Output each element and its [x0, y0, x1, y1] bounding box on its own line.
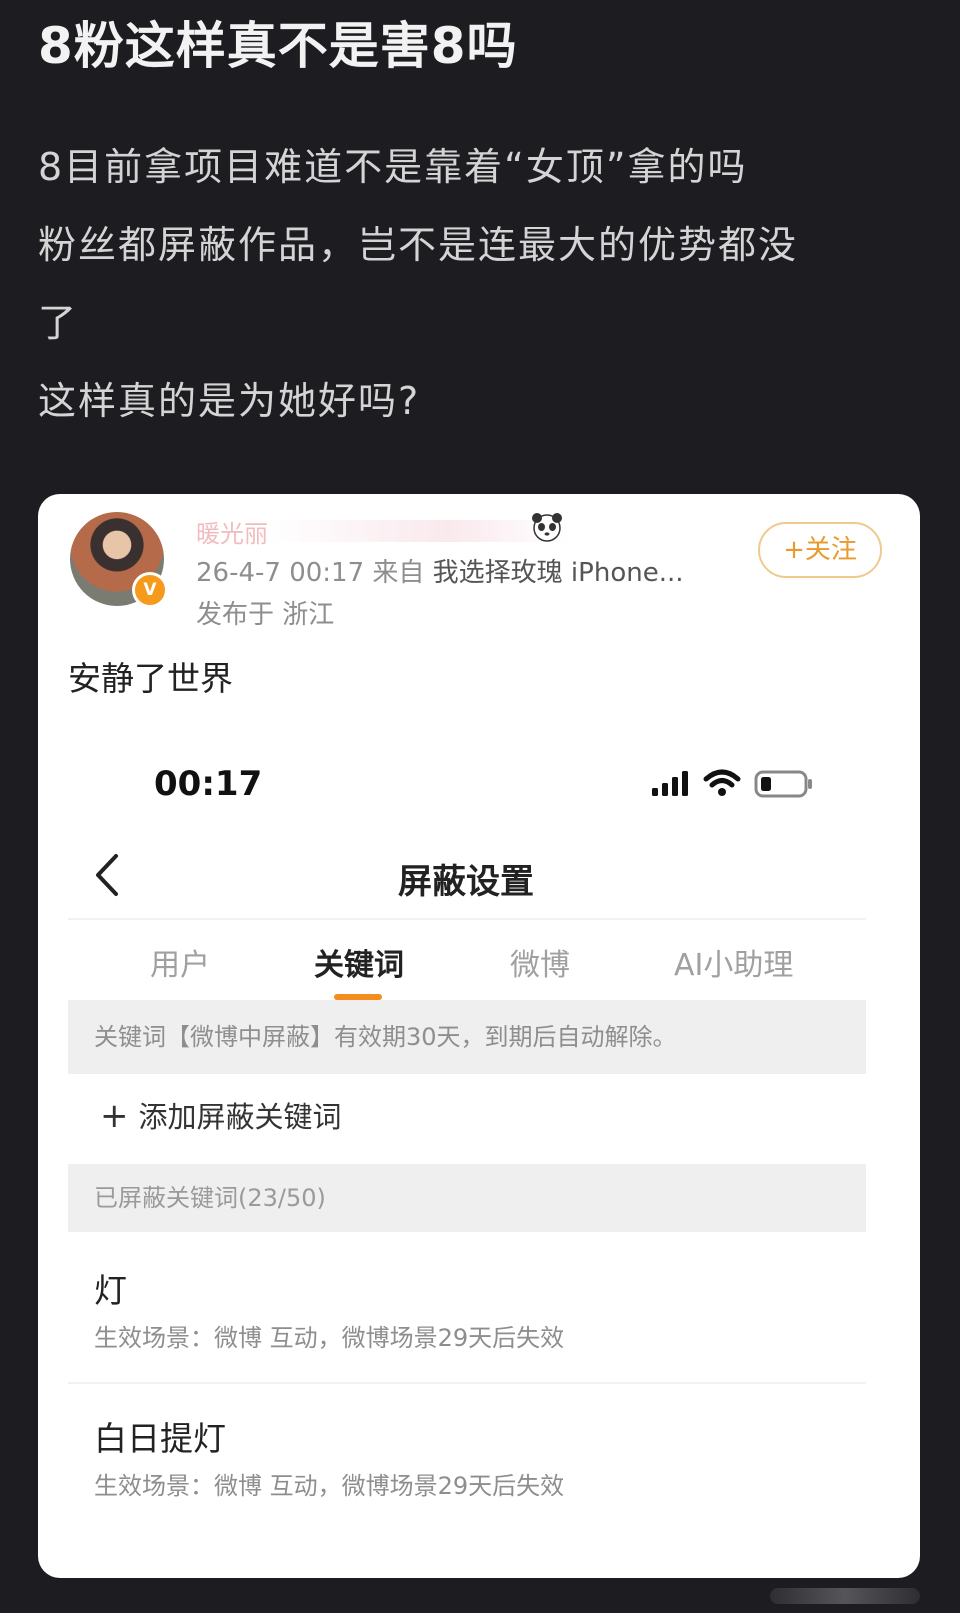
tab-users[interactable]: 用户 — [150, 940, 210, 984]
keyword-desc: 生效场景：微博 互动，微博场景29天后失效 — [94, 1472, 565, 1500]
post-time: 26-4-7 00:17 — [196, 558, 365, 588]
watermark — [770, 1588, 920, 1604]
username[interactable]: 暖光丽 — [196, 514, 268, 549]
post-source[interactable]: 我选择玫瑰 iPhone... — [433, 558, 684, 588]
wifi-icon — [703, 769, 741, 796]
post-location: 发布于 浙江 — [196, 600, 335, 630]
avatar[interactable]: V — [70, 512, 168, 608]
post-from-label: 来自 — [372, 558, 425, 588]
nav-divider — [68, 918, 866, 920]
add-keyword-label: 添加屏蔽关键词 — [138, 1100, 342, 1134]
tab-ai-assistant[interactable]: AI小助理 — [674, 940, 793, 984]
post-body-line: 8目前拿项目难道不是靠着“女顶”拿的吗 — [38, 145, 748, 189]
post-body-line: 这样真的是为她好吗? — [38, 379, 421, 423]
keyword-desc: 生效场景：微博 互动，微博场景29天后失效 — [94, 1324, 565, 1352]
panda-icon — [532, 513, 562, 542]
add-keyword-button[interactable]: + 添加屏蔽关键词 — [100, 1094, 342, 1136]
keyword-title[interactable]: 灯 — [94, 1264, 127, 1312]
weibo-screenshot-card: V 暖光丽 26-4-7 00:17 来自 我选择玫瑰 iPhone... 发布… — [38, 494, 920, 1578]
weibo-text: 安静了世界 — [68, 659, 233, 698]
keyword-notice: 关键词【微博中屏蔽】有效期30天，到期后自动解除。 — [68, 1000, 866, 1074]
battery-icon — [754, 770, 812, 798]
tab-keywords[interactable]: 关键词 — [314, 940, 404, 984]
page-title: 屏蔽设置 — [398, 862, 534, 902]
post-title: 8粉这样真不是害8吗 — [38, 17, 518, 75]
signal-icon — [652, 771, 688, 796]
list-divider — [68, 1382, 866, 1384]
tab-weibo[interactable]: 微博 — [510, 940, 570, 984]
phone-status-time: 00:17 — [154, 764, 263, 804]
keyword-title[interactable]: 白日提灯 — [94, 1412, 226, 1460]
username-blur — [268, 520, 568, 542]
post-meta: 26-4-7 00:17 来自 我选择玫瑰 iPhone... — [196, 552, 684, 589]
post-body-line: 了 — [38, 301, 79, 345]
post-body: 8目前拿项目难道不是靠着“女顶”拿的吗 粉丝都屏蔽作品，岂不是连最大的优势都没 … — [38, 128, 918, 440]
post-body-line: 粉丝都屏蔽作品，岂不是连最大的优势都没 — [38, 223, 799, 267]
verified-badge-icon: V — [132, 572, 168, 608]
blocked-keywords-header: 已屏蔽关键词(23/50) — [68, 1164, 866, 1232]
follow-button[interactable]: +关注 — [758, 522, 882, 578]
plus-icon: + — [100, 1096, 129, 1136]
